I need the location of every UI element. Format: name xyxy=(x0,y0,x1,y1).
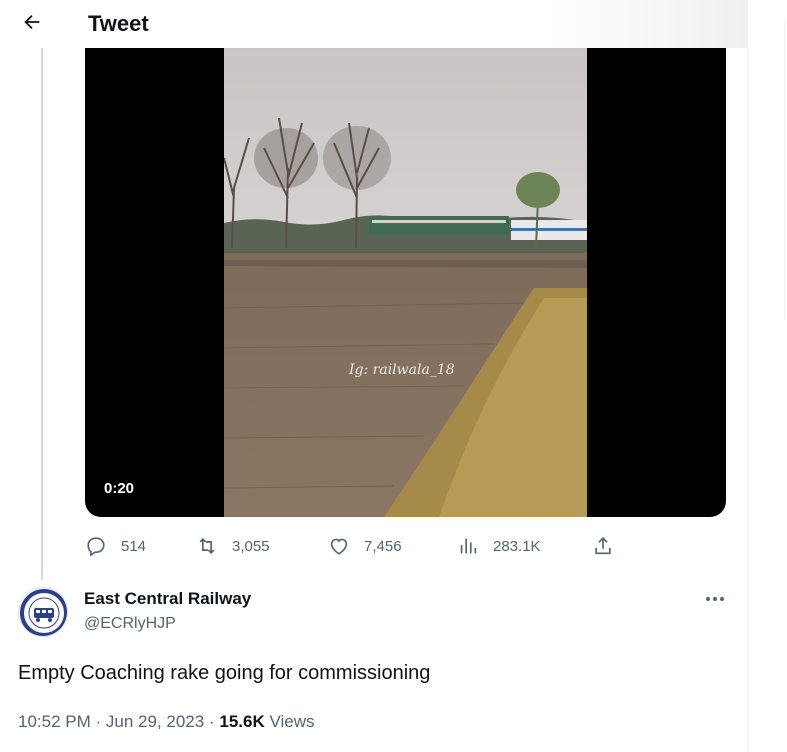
retweet-count: 3,055 xyxy=(232,537,270,555)
back-button[interactable] xyxy=(14,6,50,42)
arrow-left-icon xyxy=(21,11,43,38)
views-count: 283.1K xyxy=(493,537,541,555)
retweet-button[interactable]: 3,055 xyxy=(196,530,270,562)
video-frame xyxy=(224,48,587,517)
meta-separator: · xyxy=(95,712,102,731)
more-options-button[interactable] xyxy=(700,589,730,609)
tweet-metadata: 10:52 PM · Jun 29, 2023 · 15.6K Views xyxy=(18,712,315,732)
video-watermark: Ig: railwala_18 xyxy=(349,362,455,378)
main-column: Tweet Ig: railwala_18 0:20 514 3,055 7,4… xyxy=(0,0,747,752)
page-title: Tweet xyxy=(88,11,149,36)
share-button[interactable] xyxy=(592,530,614,562)
right-sidebar xyxy=(748,0,787,752)
reply-icon xyxy=(87,537,105,557)
video-player[interactable]: Ig: railwala_18 0:20 xyxy=(85,48,726,517)
reply-count: 514 xyxy=(121,537,147,555)
reply-button[interactable]: 514 xyxy=(85,530,146,562)
heart-icon xyxy=(330,538,348,555)
like-count: 7,456 xyxy=(364,537,402,555)
video-duration: 0:20 xyxy=(104,480,135,497)
tweet-time[interactable]: 10:52 PM xyxy=(18,712,91,731)
meta-separator: · xyxy=(208,712,215,731)
parent-tweet-actions: 514 3,055 7,456 283.1K xyxy=(85,530,725,562)
share-icon xyxy=(595,537,611,555)
thread-connector-line xyxy=(41,48,43,580)
like-button[interactable]: 7,456 xyxy=(328,530,402,562)
tweet-date[interactable]: Jun 29, 2023 xyxy=(106,712,204,731)
tweet-views-label: Views xyxy=(269,712,315,731)
tweet-views-count: 15.6K xyxy=(219,712,265,731)
tweet-text: Empty Coaching rake going for commission… xyxy=(18,662,431,684)
author-display-name[interactable]: East Central Railway xyxy=(84,589,251,609)
railway-logo-icon xyxy=(20,589,67,636)
retweet-icon xyxy=(199,537,215,555)
more-icon xyxy=(706,597,724,601)
author-handle[interactable]: @ECRlyHJP xyxy=(84,615,176,633)
header-fade xyxy=(547,0,747,48)
views-chart-icon xyxy=(460,538,477,554)
top-header: Tweet xyxy=(0,0,747,48)
views-button[interactable]: 283.1K xyxy=(457,530,541,562)
avatar[interactable] xyxy=(18,587,68,637)
